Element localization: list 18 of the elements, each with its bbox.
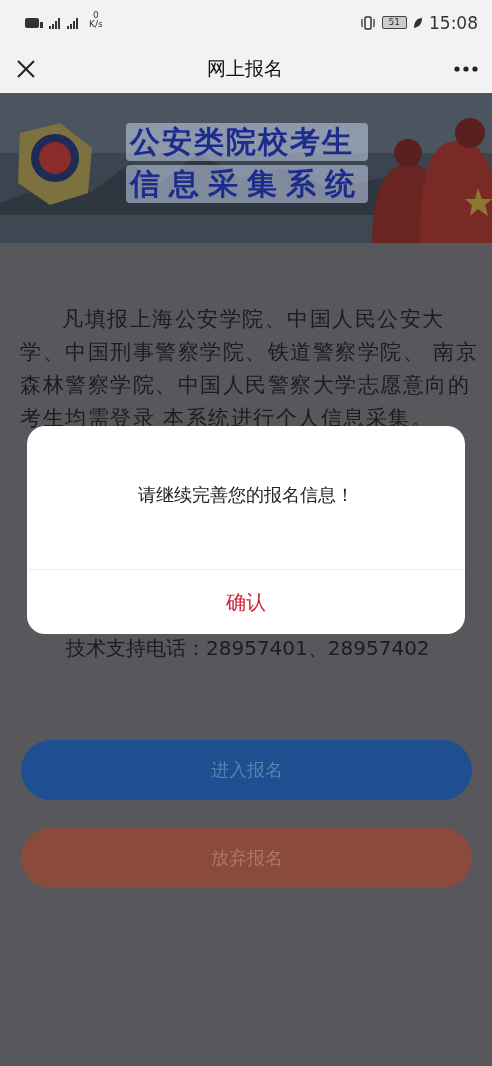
clock-time: 15:08	[429, 12, 478, 33]
close-icon[interactable]	[16, 59, 36, 79]
banner-title: 公安类院校考生	[126, 123, 368, 161]
banner-title: 信息采集系统	[126, 165, 368, 203]
vibrate-icon	[359, 15, 376, 30]
enter-button[interactable]: 进入报名	[21, 740, 472, 800]
confirm-button[interactable]: 确认	[27, 570, 465, 634]
signal-icon	[67, 16, 79, 29]
battery-level: 51	[381, 16, 407, 29]
page-title: 网上报名	[206, 56, 284, 81]
more-icon[interactable]	[454, 66, 478, 72]
signal-icon	[49, 16, 61, 29]
hd-icon	[25, 17, 43, 28]
leaf-icon	[413, 16, 423, 29]
support-phone-text: 技术支持电话：28957401、28957402	[66, 635, 430, 662]
speed-value: 0	[92, 10, 99, 20]
dialog-message: 请继续完善您的报名信息！	[138, 482, 354, 507]
speed-unit: K/s	[89, 19, 103, 29]
